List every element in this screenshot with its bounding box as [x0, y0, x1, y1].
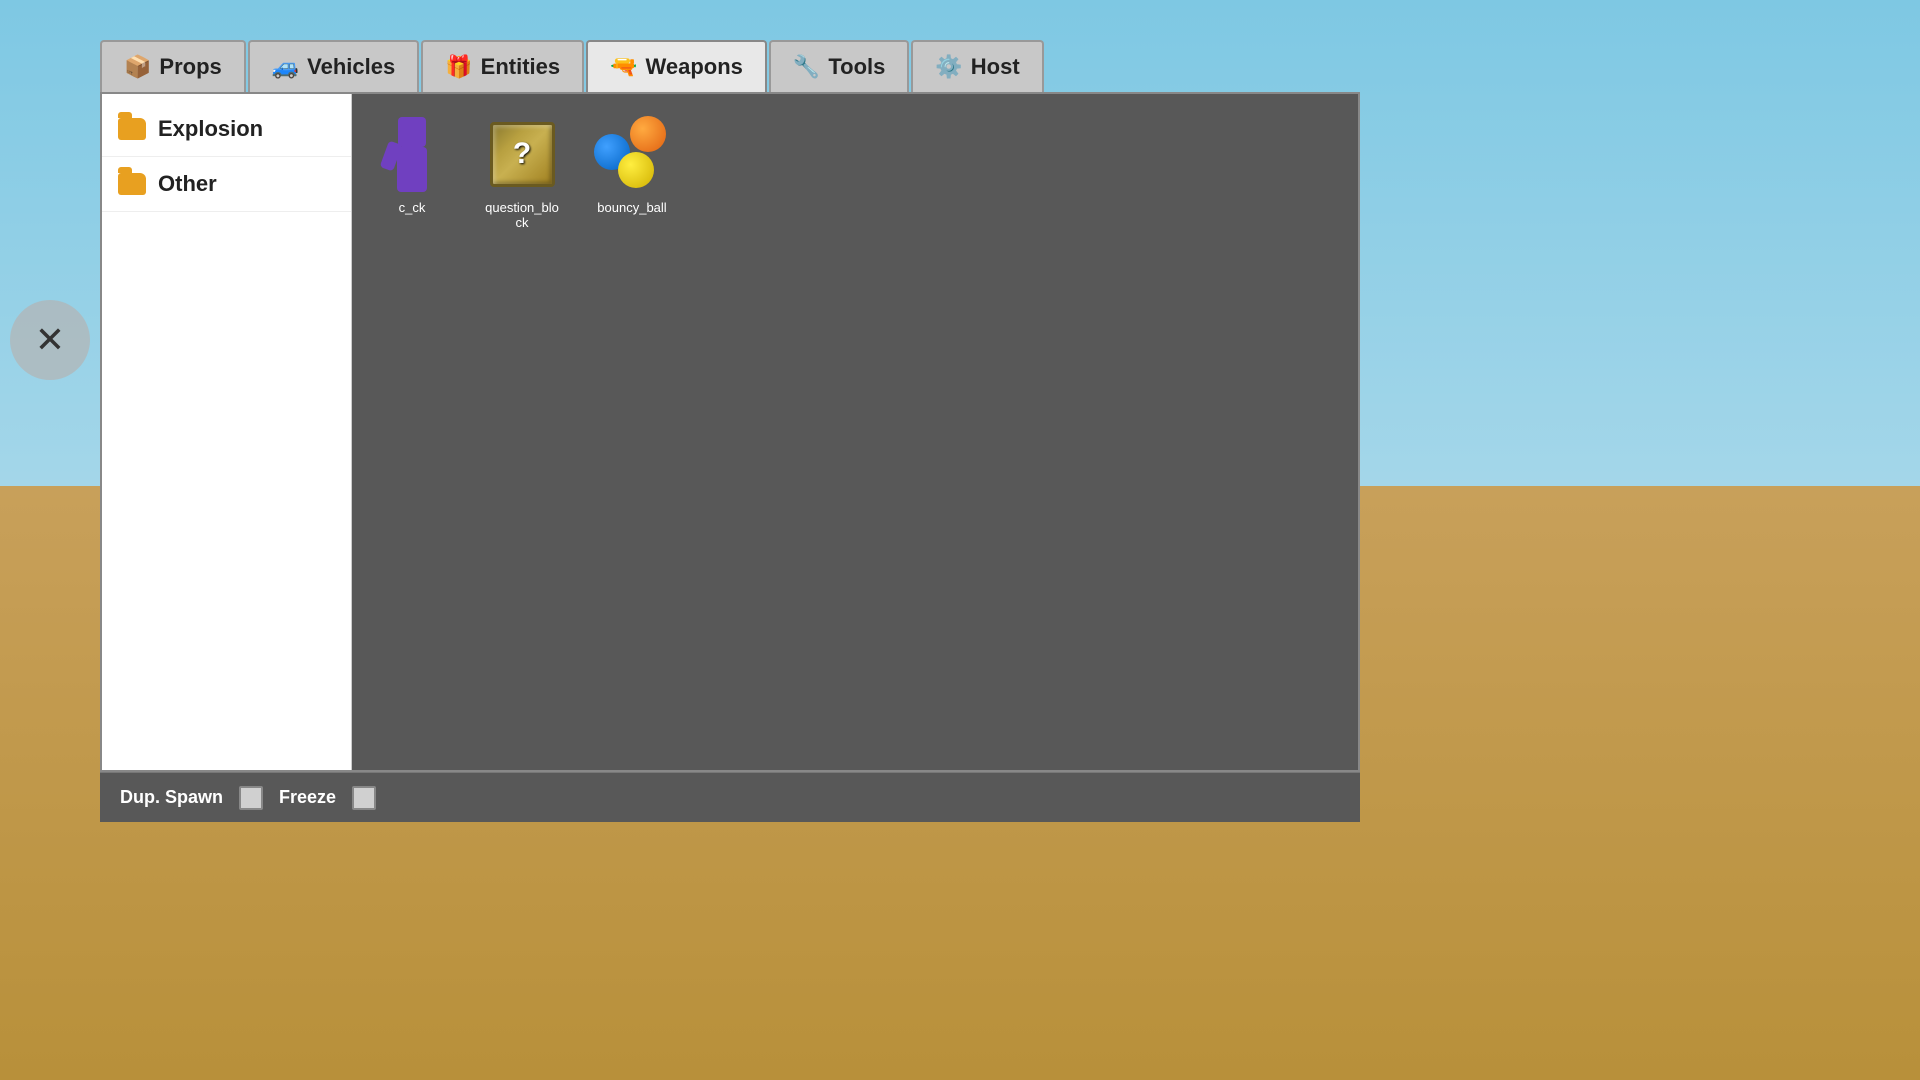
props-icon: 📦 [124, 54, 151, 80]
sidebar-label-explosion: Explosion [158, 116, 263, 142]
tab-entities[interactable]: 🎁 Entities [421, 40, 584, 92]
tab-props[interactable]: 📦 Props [100, 40, 246, 92]
tools-icon: 🔧 [793, 54, 820, 80]
tools-overlay-button[interactable]: ✕ [10, 300, 90, 380]
main-panel: 📦 Props 🚙 Vehicles 🎁 Entities 🔫 Weapons … [100, 40, 1360, 770]
tab-props-label: Props [159, 54, 221, 80]
freeze-label: Freeze [279, 787, 336, 808]
folder-icon-other [118, 173, 146, 195]
wrench-icon: ✕ [35, 319, 65, 361]
dup-spawn-checkbox[interactable] [239, 786, 263, 810]
entities-icon: 🎁 [445, 54, 472, 80]
question-block-label: question_block [482, 200, 562, 230]
tab-tools[interactable]: 🔧 Tools [769, 40, 909, 92]
tab-weapons[interactable]: 🔫 Weapons [586, 40, 767, 92]
items-area: c_ck question_block [352, 94, 1358, 770]
tab-vehicles-label: Vehicles [307, 54, 395, 80]
bottom-bar: Dup. Spawn Freeze [100, 772, 1360, 822]
item-c_ck[interactable]: c_ck [362, 104, 462, 225]
sidebar-label-other: Other [158, 171, 217, 197]
qblock-shape [490, 122, 555, 187]
tab-vehicles[interactable]: 🚙 Vehicles [248, 40, 419, 92]
tab-bar: 📦 Props 🚙 Vehicles 🎁 Entities 🔫 Weapons … [100, 40, 1360, 92]
freeze-checkbox[interactable] [352, 786, 376, 810]
bouncy-shape [592, 114, 672, 194]
bouncy-ball-label: bouncy_ball [597, 200, 666, 215]
sidebar: Explosion Other [102, 94, 352, 770]
item-bouncy-ball[interactable]: bouncy_ball [582, 104, 682, 225]
items-grid: c_ck question_block [362, 104, 1348, 240]
sidebar-item-other[interactable]: Other [102, 157, 351, 212]
tab-weapons-label: Weapons [646, 54, 743, 80]
c_ck-label: c_ck [399, 200, 426, 215]
tab-host[interactable]: ⚙️ Host [911, 40, 1043, 92]
content-area: Explosion Other c [100, 92, 1360, 772]
host-icon: ⚙️ [935, 54, 962, 80]
c_ck-icon [372, 114, 452, 194]
tab-host-label: Host [971, 54, 1020, 80]
sidebar-item-explosion[interactable]: Explosion [102, 102, 351, 157]
c_ck-shape [382, 117, 442, 192]
c_ck-head [398, 117, 426, 147]
vehicles-icon: 🚙 [272, 54, 299, 80]
c_ck-body [397, 147, 427, 192]
tab-entities-label: Entities [481, 54, 560, 80]
dup-spawn-label: Dup. Spawn [120, 787, 223, 808]
item-question-block[interactable]: question_block [472, 104, 572, 240]
ball-orange [630, 116, 666, 152]
tab-tools-label: Tools [828, 54, 885, 80]
question-block-icon [482, 114, 562, 194]
bouncy-ball-icon [592, 114, 672, 194]
weapons-icon: 🔫 [610, 54, 637, 80]
folder-icon-explosion [118, 118, 146, 140]
ball-yellow [618, 152, 654, 188]
